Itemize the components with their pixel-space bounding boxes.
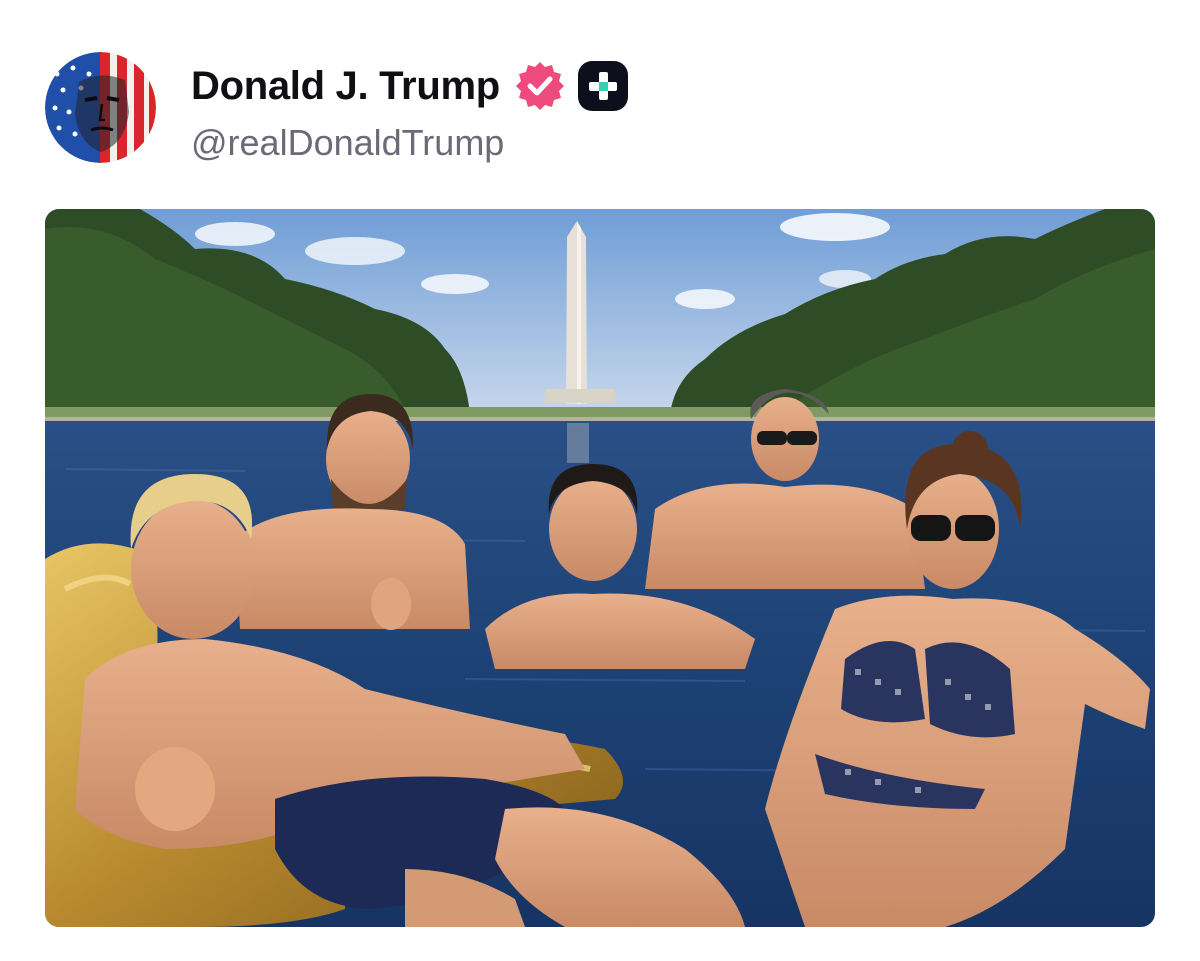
author-display-name[interactable]: Donald J. Trump [191, 64, 500, 109]
flag-portrait-avatar-icon [45, 52, 156, 163]
author-handle[interactable]: @realDonaldTrump [191, 122, 504, 164]
author-name-row: Donald J. Trump [191, 60, 628, 112]
verified-badge-icon [515, 62, 564, 110]
reflecting-pool-photo [45, 209, 1155, 927]
post-photo[interactable] [45, 209, 1155, 927]
post-header: Donald J. Trump @realDonaldTrump [45, 52, 1155, 164]
author-avatar[interactable] [45, 52, 156, 163]
plus-badge-icon [577, 61, 628, 111]
